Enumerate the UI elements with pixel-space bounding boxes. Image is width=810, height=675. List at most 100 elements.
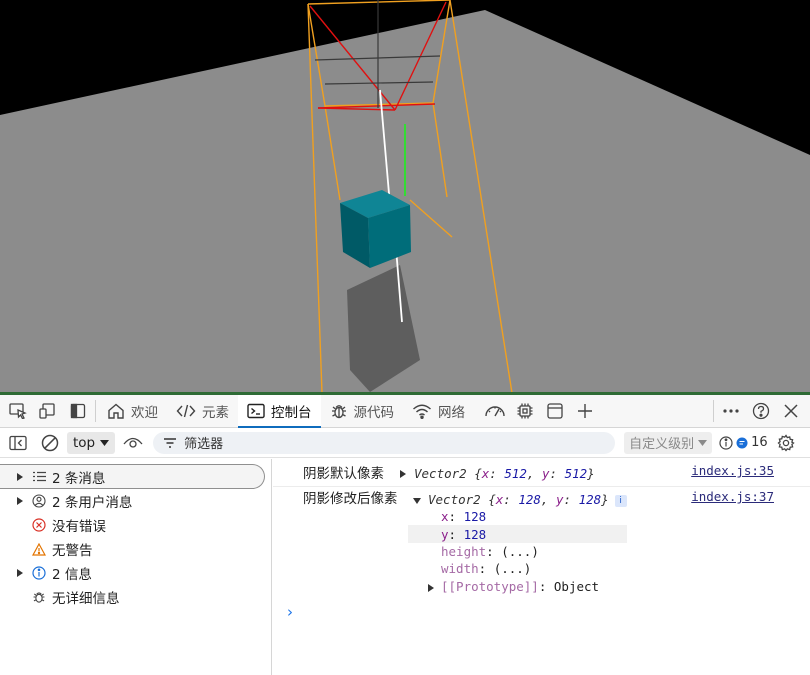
- expand-arrow-icon[interactable]: [12, 472, 28, 481]
- bug-icon: [331, 405, 346, 419]
- filter-placeholder: 筛选器: [184, 437, 224, 452]
- issues-counter[interactable]: 16: [719, 435, 768, 450]
- inspect-element-icon[interactable]: [3, 395, 33, 427]
- clear-console-icon[interactable]: [36, 429, 64, 457]
- console-message-row: 阴影修改后像素 Vector2 {x: 128, y: 128} i index.…: [273, 487, 810, 607]
- console-output[interactable]: 阴影默认像素 Vector2 {x: 512, y: 512} index.js…: [273, 459, 810, 675]
- property-value: (...): [493, 561, 532, 576]
- tab-welcome[interactable]: 欢迎: [98, 395, 167, 427]
- tab-label: 元素: [202, 405, 229, 421]
- context-value: top: [73, 434, 96, 451]
- sidebar-item-user-messages[interactable]: 2 条用户消息: [0, 489, 271, 513]
- property-row[interactable]: width: (...): [441, 561, 531, 576]
- filter-input[interactable]: 筛选器: [153, 431, 616, 454]
- expand-arrow-icon[interactable]: [428, 581, 434, 596]
- application-icon[interactable]: [540, 395, 570, 427]
- source-link[interactable]: index.js:35: [691, 463, 774, 478]
- tab-label: 欢迎: [131, 405, 158, 421]
- close-icon[interactable]: [776, 395, 806, 427]
- caret-down-icon: [698, 439, 708, 446]
- property-value: 128: [463, 509, 487, 524]
- tab-sources[interactable]: 源代码: [321, 395, 404, 427]
- user-icon: [30, 494, 48, 508]
- property-key: height: [441, 544, 487, 559]
- bug-icon: [30, 590, 48, 604]
- info-icon: [30, 566, 48, 580]
- vector2-preview[interactable]: Vector2 {x: 128, y: 128} i: [428, 492, 627, 507]
- console-toolbar: top 筛选器 自定义级别 16: [0, 428, 810, 458]
- performance-icon[interactable]: [480, 395, 510, 427]
- expand-arrow-icon[interactable]: [12, 569, 28, 577]
- device-emulation-icon[interactable]: [33, 395, 63, 427]
- tab-separator: [713, 400, 714, 422]
- info-icon: [719, 435, 733, 450]
- property-key: x: [441, 509, 449, 524]
- level-value: 自定义级别: [629, 437, 695, 452]
- sidebar-item-verbose[interactable]: 无详细信息: [0, 585, 271, 609]
- x-value: 512: [504, 466, 527, 481]
- log-message-text: 阴影修改后像素: [303, 491, 398, 507]
- console-icon: [247, 403, 265, 419]
- x-value: 128: [518, 492, 541, 507]
- sidebar-item-label: 没有错误: [52, 519, 106, 535]
- scene-canvas: [0, 0, 810, 393]
- tab-label: 网络: [438, 405, 465, 421]
- console-prompt[interactable]: ›: [287, 603, 293, 621]
- property-row[interactable]: x: 128: [441, 509, 486, 524]
- log-level-selector[interactable]: 自定义级别: [624, 431, 713, 454]
- console-message-row: 阴影默认像素 Vector2 {x: 512, y: 512} index.js…: [273, 459, 810, 487]
- y-value: 512: [564, 466, 588, 481]
- caret-down-icon: [100, 439, 110, 446]
- source-link[interactable]: index.js:37: [691, 489, 774, 504]
- sidebar-item-info[interactable]: 2 信息: [0, 561, 271, 585]
- tab-label: 控制台: [271, 405, 312, 421]
- sidebar-item-label: 2 条消息: [52, 470, 106, 487]
- sidebar-item-warnings[interactable]: 无警告: [0, 537, 271, 561]
- issues-count: 16: [751, 435, 768, 450]
- console-settings-gear-icon[interactable]: [772, 429, 800, 457]
- memory-icon[interactable]: [510, 395, 540, 427]
- property-row[interactable]: height: (...): [441, 544, 539, 559]
- tab-separator: [95, 400, 96, 422]
- webgl-viewport[interactable]: [0, 0, 810, 393]
- log-message-text: 阴影默认像素: [303, 466, 384, 482]
- sidebar-item-label: 无详细信息: [52, 591, 120, 607]
- code-icon: [176, 404, 196, 418]
- expand-arrow-icon[interactable]: [400, 467, 406, 482]
- property-row[interactable]: y: 128: [441, 527, 486, 542]
- error-icon: [30, 518, 48, 532]
- wifi-icon: [413, 404, 431, 419]
- sidebar-item-label: 无警告: [52, 543, 93, 559]
- vector2-preview[interactable]: Vector2 {x: 512, y: 512}: [414, 466, 595, 481]
- property-key: width: [441, 561, 479, 576]
- tab-console[interactable]: 控制台: [238, 395, 321, 428]
- more-icon[interactable]: [716, 395, 746, 427]
- collapse-arrow-icon[interactable]: [413, 493, 421, 508]
- info-badge-icon[interactable]: i: [614, 495, 627, 507]
- console-sidebar: 2 条消息 2 条用户消息 没有错误 无警告 2 信息 无详细信息: [0, 459, 272, 675]
- help-icon[interactable]: [746, 395, 776, 427]
- warning-icon: [30, 542, 48, 556]
- plus-icon[interactable]: [570, 395, 600, 427]
- context-selector[interactable]: top: [67, 431, 116, 454]
- toggle-sidebar-icon[interactable]: [4, 429, 32, 457]
- tab-network[interactable]: 网络: [403, 395, 474, 427]
- home-icon: [108, 403, 124, 419]
- devtools-tab-bar: 欢迎 元素 控制台 源代码 网络: [0, 395, 810, 428]
- sidebar-item-messages[interactable]: 2 条消息: [0, 464, 265, 489]
- object-type: Vector2: [414, 466, 467, 481]
- expand-arrow-icon[interactable]: [12, 497, 28, 505]
- message-badge-icon: [736, 437, 748, 448]
- object-type: Vector2: [428, 492, 481, 507]
- list-icon: [30, 471, 48, 482]
- dock-side-icon[interactable]: [63, 395, 93, 427]
- sidebar-item-errors[interactable]: 没有错误: [0, 513, 271, 537]
- filter-icon: [164, 437, 177, 448]
- tab-elements[interactable]: 元素: [167, 395, 238, 427]
- live-expression-eye-icon[interactable]: [119, 429, 147, 457]
- property-value: 128: [463, 527, 487, 542]
- y-value: 128: [578, 492, 602, 507]
- property-row[interactable]: [[Prototype]]: Object: [441, 579, 599, 594]
- property-key: y: [441, 527, 449, 542]
- property-value: Object: [553, 579, 600, 594]
